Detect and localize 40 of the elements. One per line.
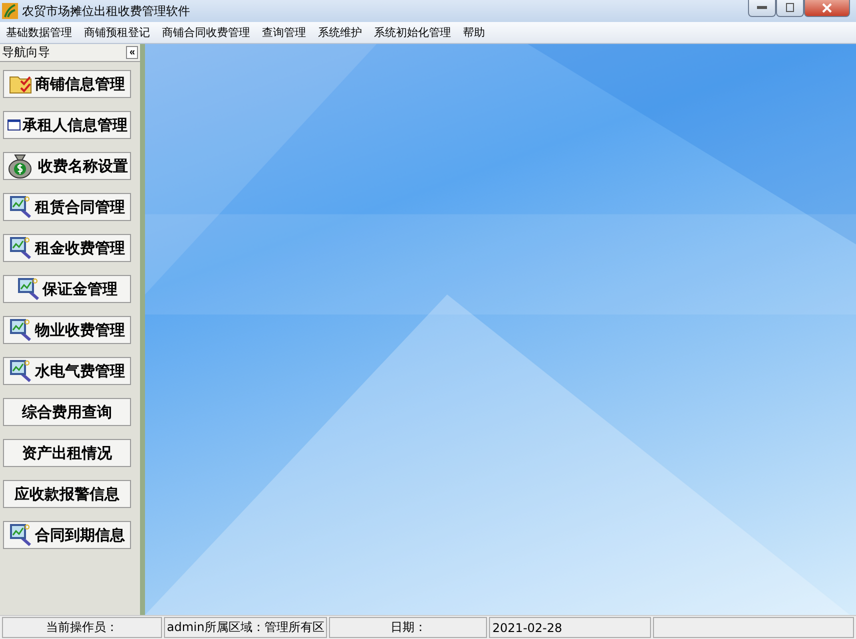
- close-icon: [822, 2, 832, 12]
- nav-button[interactable]: 合同到期信息: [3, 521, 131, 549]
- window-title: 农贸市场摊位出租收费管理软件: [22, 2, 191, 20]
- minimize-icon: [757, 6, 767, 10]
- window-icon: [6, 118, 20, 132]
- menu-item[interactable]: 系统初始化管理: [368, 25, 457, 40]
- menu-item[interactable]: 系统维护: [312, 25, 368, 40]
- maximize-button[interactable]: [776, 0, 804, 16]
- menu-item[interactable]: 商铺预租登记: [78, 25, 156, 40]
- nav-button[interactable]: 租赁合同管理: [3, 193, 131, 221]
- magnifier-chart-icon: [9, 195, 33, 219]
- menu-item[interactable]: 基础数据管理: [0, 25, 78, 40]
- magnifier-chart-icon: [9, 318, 33, 342]
- menu-item[interactable]: 商铺合同收费管理: [156, 25, 256, 40]
- nav-button[interactable]: 商铺信息管理: [3, 70, 131, 98]
- app-logo-icon: [2, 3, 18, 19]
- status-text: 当前操作员：: [2, 617, 162, 638]
- magnifier-chart-icon: [9, 359, 33, 383]
- minimize-button[interactable]: [748, 0, 776, 16]
- panel-title: 导航向导: [2, 44, 50, 61]
- magnifier-chart-icon: [9, 523, 33, 547]
- magnifier-chart-icon: [16, 277, 40, 301]
- status-text: 日期：: [329, 617, 488, 638]
- nav-button[interactable]: 资产出租情况: [3, 439, 131, 467]
- status-text: admin所属区域：管理所有区: [164, 617, 328, 638]
- magnifier-chart-icon: [9, 236, 33, 260]
- nav-button[interactable]: 收费名称设置: [3, 152, 131, 180]
- status-text: 2021-02-28: [489, 617, 652, 638]
- nav-button[interactable]: 租金收费管理: [3, 234, 131, 262]
- collapse-button[interactable]: «: [126, 46, 138, 59]
- close-button[interactable]: [804, 0, 850, 16]
- nav-button[interactable]: 水电气费管理: [3, 357, 131, 385]
- menu-item[interactable]: 查询管理: [256, 25, 312, 40]
- nav-button[interactable]: 应收款报警信息: [3, 480, 131, 508]
- menu-item[interactable]: 帮助: [457, 25, 491, 40]
- nav-button[interactable]: 物业收费管理: [3, 316, 131, 344]
- maximize-icon: [786, 3, 794, 12]
- nav-button[interactable]: 综合费用查询: [3, 398, 131, 426]
- nav-button[interactable]: 承租人信息管理: [3, 111, 131, 139]
- nav-button[interactable]: 保证金管理: [3, 275, 131, 303]
